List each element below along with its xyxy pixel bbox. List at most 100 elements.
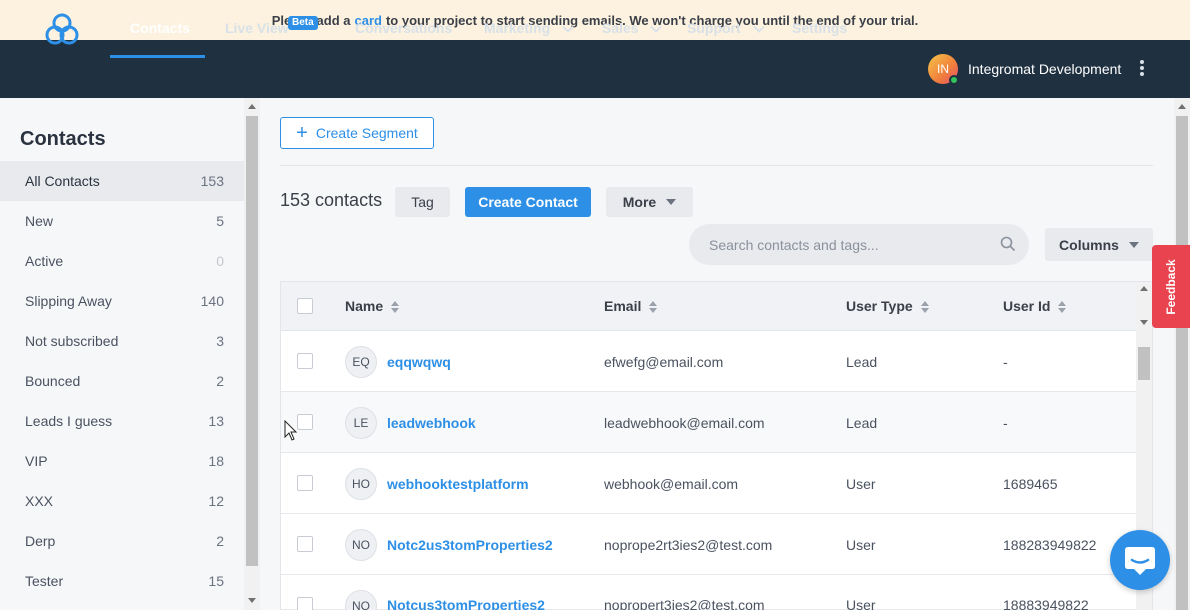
columns-label: Columns [1059, 236, 1119, 253]
sidebar-item-count: 140 [200, 293, 224, 309]
chat-bubble-icon [1125, 547, 1155, 575]
chevron-down-icon [752, 26, 765, 34]
search-input[interactable] [709, 224, 989, 265]
contact-name-link[interactable]: leadwebhook [387, 415, 476, 431]
contact-name-link[interactable]: Notcus3tomProperties2 [387, 597, 545, 610]
column-header-user-type[interactable]: User Type [846, 282, 929, 331]
row-checkbox[interactable] [297, 414, 313, 430]
select-all-checkbox[interactable] [297, 298, 313, 314]
page-scroll-up-icon[interactable] [1178, 104, 1186, 109]
contact-name-link[interactable]: webhooktestplatform [387, 476, 529, 492]
sidebar-item-label: Tester [25, 573, 64, 589]
contact-email: efwefg@email.com [604, 354, 724, 370]
tag-button[interactable]: Tag [395, 187, 450, 217]
nav-support-label: Support [687, 20, 741, 36]
contact-user-type: User [846, 476, 876, 492]
caret-down-icon [666, 199, 677, 205]
contact-name-link[interactable]: Notc2us3tomProperties2 [387, 537, 553, 553]
table-scrollbar-thumb[interactable] [1138, 347, 1150, 380]
sidebar-item-slipping-away[interactable]: Slipping Away 140 [0, 281, 244, 321]
contact-user-type: User [846, 537, 876, 553]
nav-marketing[interactable]: Marketing [484, 0, 574, 58]
row-checkbox[interactable] [297, 536, 313, 552]
sidebar-item-label: Not subscribed [25, 333, 119, 349]
plus-icon: + [296, 122, 308, 144]
nav-active-indicator [110, 55, 205, 58]
feedback-tab[interactable]: Feedback [1152, 245, 1190, 328]
online-status-dot [949, 75, 959, 85]
nav-conversations[interactable]: Conversations [355, 0, 452, 58]
row-checkbox[interactable] [297, 597, 313, 610]
sidebar-item-count: 153 [200, 173, 224, 189]
sidebar-item-derp[interactable]: Derp 2 [0, 521, 244, 561]
sidebar-item-label: Active [25, 253, 64, 269]
app-logo-icon[interactable] [44, 12, 80, 46]
sidebar-item-leads-i-guess[interactable]: Leads I guess 13 [0, 401, 244, 441]
search-icon[interactable] [1000, 236, 1016, 252]
sidebar-scroll-up-icon[interactable] [248, 104, 256, 109]
table-scroll-up-icon[interactable] [1140, 286, 1148, 291]
sidebar-item-label: All Contacts [25, 173, 100, 189]
column-header-label: User Type [846, 298, 913, 314]
sidebar-item-active[interactable]: Active 0 [0, 241, 244, 281]
contact-user-id: - [1003, 354, 1008, 370]
sidebar-item-count: 2 [216, 373, 224, 389]
create-segment-button[interactable]: + Create Segment [280, 117, 434, 149]
column-header-label: Email [604, 298, 642, 314]
contact-user-id: 18883949822 [1003, 597, 1089, 610]
chat-launcher-button[interactable] [1110, 530, 1170, 590]
sidebar-item-tester[interactable]: Tester 15 [0, 561, 244, 601]
table-scroll-down-icon[interactable] [1140, 320, 1148, 325]
nav-sales-label: Sales [602, 20, 639, 36]
nav-support[interactable]: Support [687, 0, 765, 58]
sidebar-item-label: Leads I guess [25, 413, 113, 429]
beta-badge: Beta [288, 16, 318, 30]
nav-settings[interactable]: Settings [792, 0, 847, 58]
divider [280, 165, 1153, 166]
column-header-label: Name [345, 298, 384, 314]
sidebar-item-xxx[interactable]: XXX 12 [0, 481, 244, 521]
create-contact-button[interactable]: Create Contact [465, 187, 591, 217]
mouse-cursor-icon [284, 420, 298, 441]
contacts-count: 153 contacts [280, 190, 383, 210]
more-label: More [622, 194, 657, 210]
column-header-name[interactable]: Name [345, 282, 400, 331]
sidebar-item-bounced[interactable]: Bounced 2 [0, 361, 244, 401]
sidebar-item-not-subscribed[interactable]: Not subscribed 3 [0, 321, 244, 361]
nav-live-view[interactable]: Live View [225, 0, 289, 58]
sidebar-item-new[interactable]: New 5 [0, 201, 244, 241]
columns-dropdown-button[interactable]: Columns [1045, 228, 1153, 261]
nav-contacts[interactable]: Contacts [130, 0, 190, 58]
more-options-icon[interactable] [1138, 60, 1146, 80]
nav-sales[interactable]: Sales [602, 0, 663, 58]
avatar: EQ [345, 346, 377, 378]
sidebar-item-count: 12 [208, 493, 224, 509]
contact-user-id: - [1003, 415, 1008, 431]
page-scrollbar-thumb[interactable] [1176, 116, 1188, 610]
sidebar-item-count: 15 [208, 573, 224, 589]
sidebar-scroll-down-icon[interactable] [248, 598, 256, 603]
sidebar-item-vip[interactable]: VIP 18 [0, 441, 244, 481]
sort-icon [920, 300, 929, 314]
sidebar-item-all-contacts[interactable]: All Contacts 153 [0, 161, 244, 201]
sidebar-item-label: Bounced [25, 373, 81, 389]
sidebar-item-label: Derp [25, 533, 56, 549]
nav-marketing-label: Marketing [484, 20, 551, 36]
contact-name-link[interactable]: eqqwqwq [387, 354, 451, 370]
contact-email: webhook@email.com [604, 476, 739, 492]
search-box [689, 224, 1029, 265]
sidebar-item-count: 18 [208, 453, 224, 469]
column-header-email[interactable]: Email [604, 282, 658, 331]
contact-email: nopropert3ies2@test.com [604, 597, 765, 610]
more-dropdown-button[interactable]: More [606, 187, 693, 217]
sidebar-scrollbar-thumb[interactable] [246, 116, 258, 566]
user-name[interactable]: Integromat Development [968, 40, 1121, 98]
contact-user-id: 188283949822 [1003, 537, 1097, 553]
row-checkbox[interactable] [297, 475, 313, 491]
sidebar-item-count: 0 [216, 253, 224, 269]
sidebar-item-count: 2 [216, 533, 224, 549]
column-header-user-id[interactable]: User Id [1003, 282, 1067, 331]
user-avatar[interactable]: IN [928, 54, 959, 85]
row-checkbox[interactable] [297, 353, 313, 369]
chevron-down-icon [650, 26, 663, 34]
